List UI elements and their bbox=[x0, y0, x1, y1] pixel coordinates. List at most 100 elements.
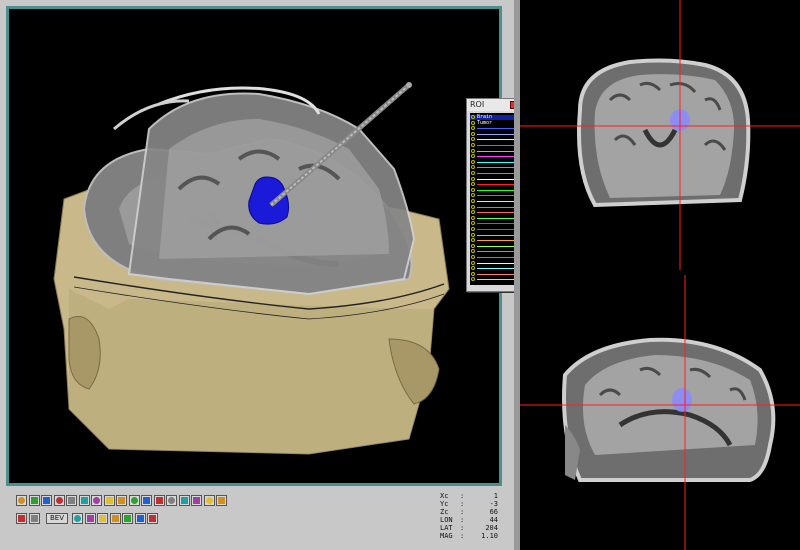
visibility-toggle-icon[interactable] bbox=[471, 159, 475, 164]
roi-list-item[interactable] bbox=[470, 193, 517, 198]
roi-list-item[interactable] bbox=[470, 137, 517, 142]
roi-list-item[interactable] bbox=[470, 148, 517, 154]
visibility-toggle-icon[interactable] bbox=[471, 115, 475, 119]
cursor-icon[interactable] bbox=[116, 495, 127, 506]
roi-list-item[interactable] bbox=[470, 243, 517, 249]
lens-icon[interactable] bbox=[103, 495, 115, 506]
rotate-icon[interactable] bbox=[53, 495, 65, 506]
visibility-toggle-icon[interactable] bbox=[471, 199, 475, 203]
arrow-left-icon[interactable] bbox=[178, 495, 190, 506]
roi-list-item[interactable] bbox=[470, 126, 517, 131]
visibility-toggle-icon[interactable] bbox=[471, 154, 475, 159]
calendar-icon[interactable] bbox=[109, 513, 121, 524]
visibility-toggle-icon[interactable] bbox=[471, 255, 475, 259]
coronal-view[interactable] bbox=[520, 0, 800, 275]
roi-list-item[interactable] bbox=[470, 238, 517, 243]
crosshair-icon[interactable] bbox=[134, 513, 146, 524]
rotate-left-icon[interactable] bbox=[16, 495, 27, 506]
visibility-toggle-icon[interactable] bbox=[471, 221, 475, 226]
zoom-in-icon[interactable] bbox=[66, 495, 77, 506]
visibility-toggle-icon[interactable] bbox=[471, 120, 475, 125]
sagittal-view[interactable] bbox=[520, 275, 800, 550]
roi-list-item[interactable] bbox=[470, 204, 517, 210]
slice-view-icon[interactable] bbox=[28, 513, 40, 524]
visibility-toggle-icon[interactable] bbox=[471, 243, 475, 248]
readout-row: Yc: -3 bbox=[440, 500, 500, 508]
readout-sep: : bbox=[460, 524, 465, 532]
visibility-toggle-icon[interactable] bbox=[471, 126, 475, 131]
circle-icon[interactable] bbox=[141, 495, 152, 506]
zoom-out-icon[interactable] bbox=[78, 495, 90, 506]
grid-view-icon[interactable] bbox=[16, 513, 27, 524]
roi-list-item[interactable] bbox=[470, 221, 517, 226]
3d-render-viewport[interactable] bbox=[6, 6, 502, 486]
visibility-toggle-icon[interactable] bbox=[471, 131, 475, 136]
roi-color-line bbox=[477, 217, 515, 219]
record-icon[interactable] bbox=[72, 513, 83, 524]
roi-list-item[interactable] bbox=[470, 249, 517, 254]
sphere-icon[interactable] bbox=[97, 513, 108, 524]
roi-list-item[interactable] bbox=[470, 255, 517, 260]
roi-list-item[interactable] bbox=[470, 266, 517, 271]
visibility-toggle-icon[interactable] bbox=[471, 227, 475, 231]
roi-list-item[interactable] bbox=[470, 131, 517, 137]
visibility-toggle-icon[interactable] bbox=[471, 277, 475, 282]
readout-row: LON: 44 bbox=[440, 516, 500, 524]
roi-list-item[interactable] bbox=[470, 143, 517, 148]
contrast-icon[interactable] bbox=[166, 495, 177, 506]
view-grid-icon[interactable] bbox=[91, 495, 102, 506]
roi-list-item[interactable] bbox=[470, 154, 517, 159]
no-entry-icon[interactable] bbox=[153, 495, 165, 506]
roi-list-item[interactable] bbox=[470, 187, 517, 193]
roi-list-item[interactable] bbox=[470, 171, 517, 176]
roi-list-item[interactable] bbox=[470, 182, 517, 187]
roi-list-item[interactable] bbox=[470, 215, 517, 221]
visibility-toggle-icon[interactable] bbox=[471, 193, 475, 198]
visibility-toggle-icon[interactable] bbox=[471, 137, 475, 142]
visibility-toggle-icon[interactable] bbox=[471, 266, 475, 271]
roi-color-line bbox=[477, 234, 515, 236]
visibility-toggle-icon[interactable] bbox=[471, 176, 475, 181]
visibility-toggle-icon[interactable] bbox=[471, 215, 475, 220]
visibility-toggle-icon[interactable] bbox=[471, 271, 475, 276]
rotate-right-icon[interactable] bbox=[28, 495, 40, 506]
roi-list-item[interactable]: Tumor bbox=[470, 120, 517, 126]
roi-list-item[interactable] bbox=[470, 176, 517, 182]
readout-value: 44 bbox=[489, 516, 498, 524]
visibility-toggle-icon[interactable] bbox=[471, 260, 475, 265]
visibility-toggle-icon[interactable] bbox=[471, 182, 475, 187]
table-icon[interactable] bbox=[122, 513, 133, 524]
roi-color-line bbox=[477, 145, 515, 146]
roi-list-item[interactable] bbox=[470, 227, 517, 232]
visibility-toggle-icon[interactable] bbox=[471, 165, 475, 170]
roi-list-item[interactable] bbox=[470, 232, 517, 238]
roi-list-item[interactable] bbox=[470, 165, 517, 170]
visibility-toggle-icon[interactable] bbox=[471, 238, 475, 243]
visibility-toggle-icon[interactable] bbox=[471, 232, 475, 237]
visibility-toggle-icon[interactable] bbox=[471, 187, 475, 192]
visibility-toggle-icon[interactable] bbox=[471, 210, 475, 215]
visibility-toggle-icon[interactable] bbox=[471, 249, 475, 254]
roi-list-item[interactable] bbox=[470, 159, 517, 165]
visibility-toggle-icon[interactable] bbox=[471, 171, 475, 175]
readout-value: 1 bbox=[493, 492, 498, 500]
roi-list[interactable]: Brain Tumor bbox=[470, 113, 517, 285]
target-icon[interactable] bbox=[128, 495, 140, 506]
curve-icon[interactable] bbox=[41, 495, 52, 506]
visibility-toggle-icon[interactable] bbox=[471, 204, 475, 209]
roi-list-item[interactable] bbox=[470, 199, 517, 204]
monitor-icon[interactable] bbox=[203, 495, 215, 506]
print-icon[interactable] bbox=[147, 513, 158, 524]
roi-list-item[interactable] bbox=[470, 271, 517, 277]
close-view-icon[interactable] bbox=[216, 495, 227, 506]
bev-button[interactable]: BEV bbox=[46, 513, 68, 524]
stack-icon[interactable] bbox=[84, 513, 96, 524]
roi-color-line bbox=[477, 279, 515, 281]
roi-list-item[interactable] bbox=[470, 277, 517, 282]
roi-list-item[interactable] bbox=[470, 260, 517, 266]
visibility-toggle-icon[interactable] bbox=[471, 148, 475, 153]
visibility-toggle-icon[interactable] bbox=[471, 143, 475, 147]
roi-color-line bbox=[477, 167, 515, 169]
roi-list-item[interactable] bbox=[470, 210, 517, 215]
arrow-right-icon[interactable] bbox=[191, 495, 202, 506]
